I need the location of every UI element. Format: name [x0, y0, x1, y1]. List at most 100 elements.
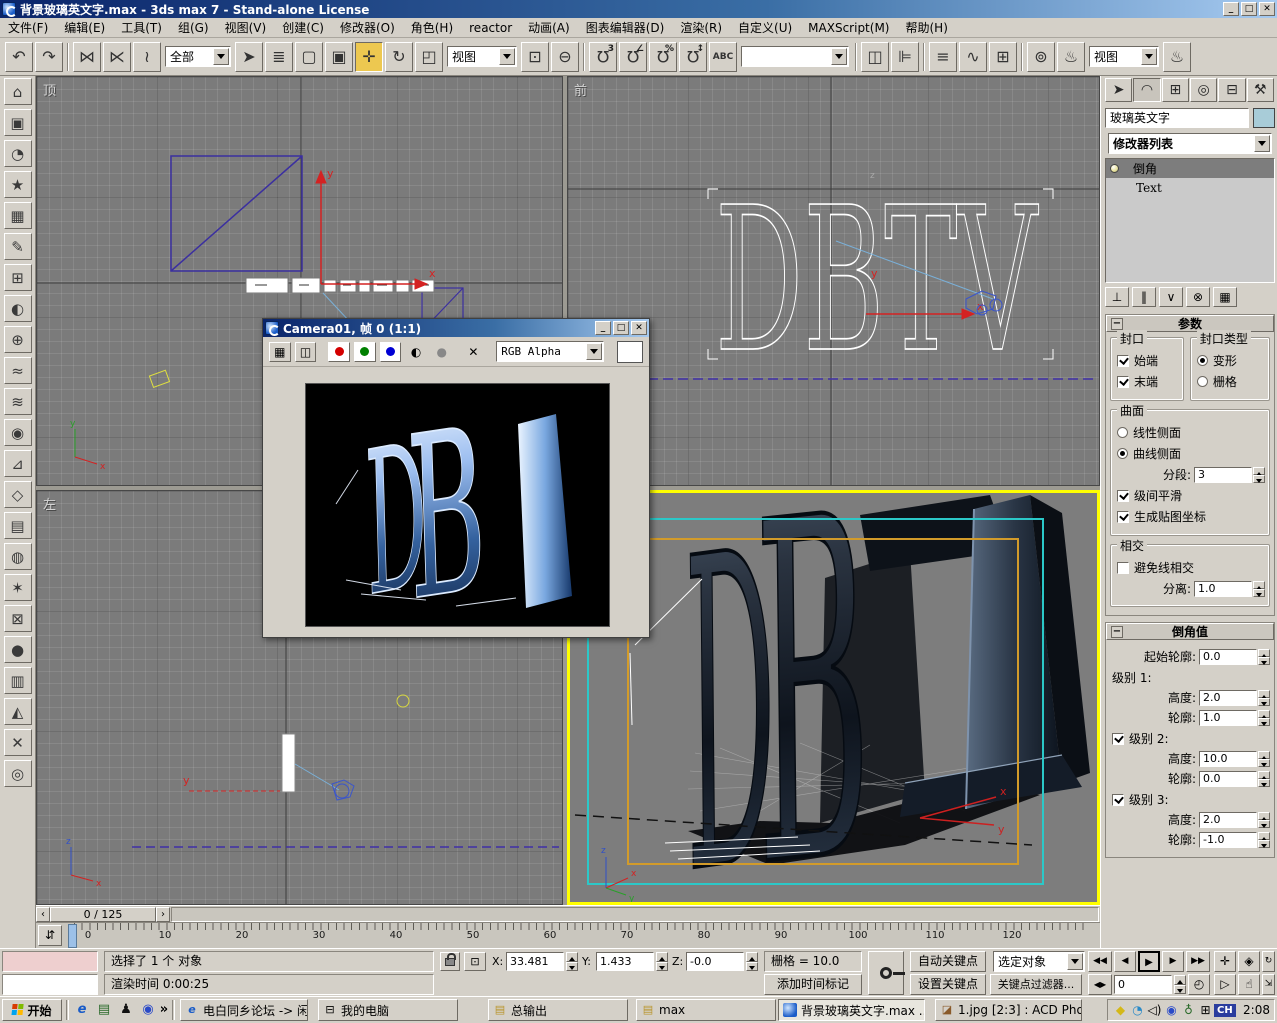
- mirror-icon[interactable]: ◫: [861, 42, 889, 72]
- min-max-toggle-icon[interactable]: ⇲: [1262, 974, 1275, 995]
- tool-icon[interactable]: ⊞: [4, 264, 32, 291]
- time-configuration-icon[interactable]: ◴: [1188, 974, 1210, 995]
- time-slider-track[interactable]: [171, 907, 1099, 922]
- viewport-top-label[interactable]: 顶: [43, 80, 56, 99]
- level3-checkbox[interactable]: 级别 3:: [1112, 791, 1270, 808]
- tool-icon[interactable]: ◭: [4, 698, 32, 725]
- tool-icon[interactable]: ⊿: [4, 450, 32, 477]
- checkbox-icon[interactable]: [1112, 794, 1124, 806]
- taskbar-item-my-computer[interactable]: ⊟ 我的电脑: [318, 999, 458, 1021]
- linear-sides-radio[interactable]: 线性侧面: [1117, 424, 1265, 441]
- track-bar-ruler[interactable]: 0 10 20 30 40 50 60 70 80 90 100 110 120: [66, 923, 1100, 949]
- named-selection-dropdown[interactable]: [741, 46, 849, 67]
- tool-icon[interactable]: ✕: [4, 729, 32, 756]
- level2-outline-field[interactable]: 0.0: [1199, 771, 1257, 787]
- time-slider-prev-icon[interactable]: ‹: [36, 907, 50, 922]
- tool-icon[interactable]: ≋: [4, 388, 32, 415]
- channel-display-dropdown[interactable]: RGB Alpha: [496, 341, 604, 362]
- checkbox-icon[interactable]: [1117, 562, 1129, 574]
- alpha-channel-icon[interactable]: ●: [431, 342, 453, 362]
- redo-icon[interactable]: ↷: [35, 42, 63, 72]
- select-object-icon[interactable]: ➤: [235, 42, 263, 72]
- move-gizmo[interactable]: y: [183, 774, 280, 791]
- smooth-across-levels-checkbox[interactable]: 级间平滑: [1117, 487, 1265, 504]
- tool-icon[interactable]: ◍: [4, 543, 32, 570]
- show-end-result-icon[interactable]: ‖: [1132, 287, 1156, 307]
- layer-manager-icon[interactable]: ≡: [929, 42, 957, 72]
- tool-icon[interactable]: ◔: [4, 140, 32, 167]
- unlink-selection-icon[interactable]: ⋉: [103, 42, 131, 72]
- tray-network-icon[interactable]: ♁: [1180, 1003, 1197, 1017]
- time-slider-next-icon[interactable]: ›: [156, 907, 170, 922]
- y-coord-field[interactable]: 1.433: [596, 952, 654, 971]
- menu-maxscript[interactable]: MAXScript(M): [800, 19, 897, 37]
- cap-type-morph-radio[interactable]: 变形: [1197, 352, 1265, 369]
- mini-curve-editor-button[interactable]: ⇵: [38, 925, 62, 946]
- percent-snap-icon[interactable]: Ω%: [649, 42, 677, 72]
- viewport-left-label[interactable]: 左: [43, 494, 56, 513]
- menu-reactor[interactable]: reactor: [461, 19, 520, 37]
- spinner-control[interactable]: [1258, 710, 1270, 726]
- menu-modifiers[interactable]: 修改器(O): [332, 17, 403, 38]
- tab-hierarchy-icon[interactable]: ⊞: [1162, 78, 1189, 102]
- select-and-manipulate-icon[interactable]: ⊖: [551, 42, 579, 72]
- reference-coordinate-dropdown[interactable]: 视图: [447, 46, 517, 67]
- spinner-control[interactable]: [1253, 467, 1265, 483]
- snap-toggle-3d-icon[interactable]: Ω3: [589, 42, 617, 72]
- tool-icon[interactable]: ⊠: [4, 605, 32, 632]
- quicklaunch-media-icon[interactable]: ◉: [138, 1000, 158, 1020]
- checkbox-icon[interactable]: [1117, 355, 1129, 367]
- level1-height-field[interactable]: 2.0: [1199, 690, 1257, 706]
- background-color-swatch[interactable]: [617, 341, 643, 363]
- spinner-control[interactable]: [1258, 771, 1270, 787]
- segments-field[interactable]: 3: [1194, 467, 1252, 483]
- chevron-down-icon[interactable]: [831, 48, 847, 65]
- menu-group[interactable]: 组(G): [170, 17, 217, 38]
- spinner-snap-icon[interactable]: Ω↕: [679, 42, 707, 72]
- close-button[interactable]: ✕: [1259, 2, 1275, 16]
- spinner-control[interactable]: [1258, 690, 1270, 706]
- tool-icon[interactable]: ◉: [4, 419, 32, 446]
- tool-icon[interactable]: ▣: [4, 109, 32, 136]
- set-key-button[interactable]: [868, 951, 904, 995]
- volume-icon[interactable]: ◁): [1146, 1003, 1163, 1017]
- spinner-control[interactable]: [1258, 812, 1270, 828]
- curve-editor-icon[interactable]: ∿: [959, 42, 987, 72]
- menu-tools[interactable]: 工具(T): [113, 17, 170, 38]
- render-frame-window[interactable]: Camera01, 帧 0 (1:1) _ □ ✕ ▦ ◫ ◐ ● ✕ RGB …: [262, 318, 650, 638]
- add-time-tag[interactable]: 添加时间标记: [764, 974, 862, 995]
- configure-modifier-sets-icon[interactable]: ▦: [1213, 287, 1237, 307]
- spinner-control[interactable]: [746, 952, 758, 971]
- quicklaunch-ie-icon[interactable]: e: [72, 1000, 92, 1020]
- select-and-rotate-icon[interactable]: ↻: [385, 42, 413, 72]
- object-color-swatch[interactable]: [1253, 108, 1275, 128]
- set-keys-button[interactable]: 设置关键点: [910, 974, 986, 995]
- select-and-move-icon[interactable]: ✛: [355, 42, 383, 72]
- plane-object-wireframe[interactable]: [171, 156, 302, 271]
- tab-create-icon[interactable]: ➤: [1105, 78, 1132, 102]
- tool-icon[interactable]: ▥: [4, 667, 32, 694]
- text-spline-top-view[interactable]: [246, 278, 434, 293]
- monochrome-icon[interactable]: ◐: [405, 342, 427, 362]
- chevron-down-icon[interactable]: [1067, 953, 1083, 970]
- cap-end-checkbox[interactable]: 末端: [1117, 373, 1179, 390]
- tray-q-icon[interactable]: ◔: [1129, 1003, 1146, 1017]
- go-to-end-icon[interactable]: ▶▶: [1186, 951, 1210, 972]
- spinner-control[interactable]: [1258, 649, 1270, 665]
- taskbar-item-forum[interactable]: e 电白同乡论坛 -> 闲...: [180, 999, 308, 1021]
- align-icon[interactable]: ⊫: [891, 42, 919, 72]
- taskbar-item-3dsmax-active[interactable]: 背景玻璃英文字.max ...: [778, 999, 925, 1021]
- spinner-control[interactable]: [656, 952, 668, 971]
- helper-object[interactable]: [149, 370, 169, 387]
- field-of-view-icon[interactable]: ▷: [1214, 974, 1236, 995]
- level1-outline-field[interactable]: 1.0: [1199, 710, 1257, 726]
- menu-rendering[interactable]: 渲染(R): [672, 17, 730, 38]
- schematic-view-icon[interactable]: ⊞: [989, 42, 1017, 72]
- tab-display-icon[interactable]: ⊟: [1218, 78, 1245, 102]
- selection-filter-dropdown[interactable]: 全部: [165, 46, 231, 67]
- play-animation-icon[interactable]: ▶: [1138, 951, 1160, 972]
- text-spline-front-view[interactable]: DBTV: [715, 164, 1039, 396]
- selection-lock-button[interactable]: [440, 952, 460, 971]
- menu-help[interactable]: 帮助(H): [897, 17, 955, 38]
- quicklaunch-desktop-icon[interactable]: ▤: [94, 1000, 114, 1020]
